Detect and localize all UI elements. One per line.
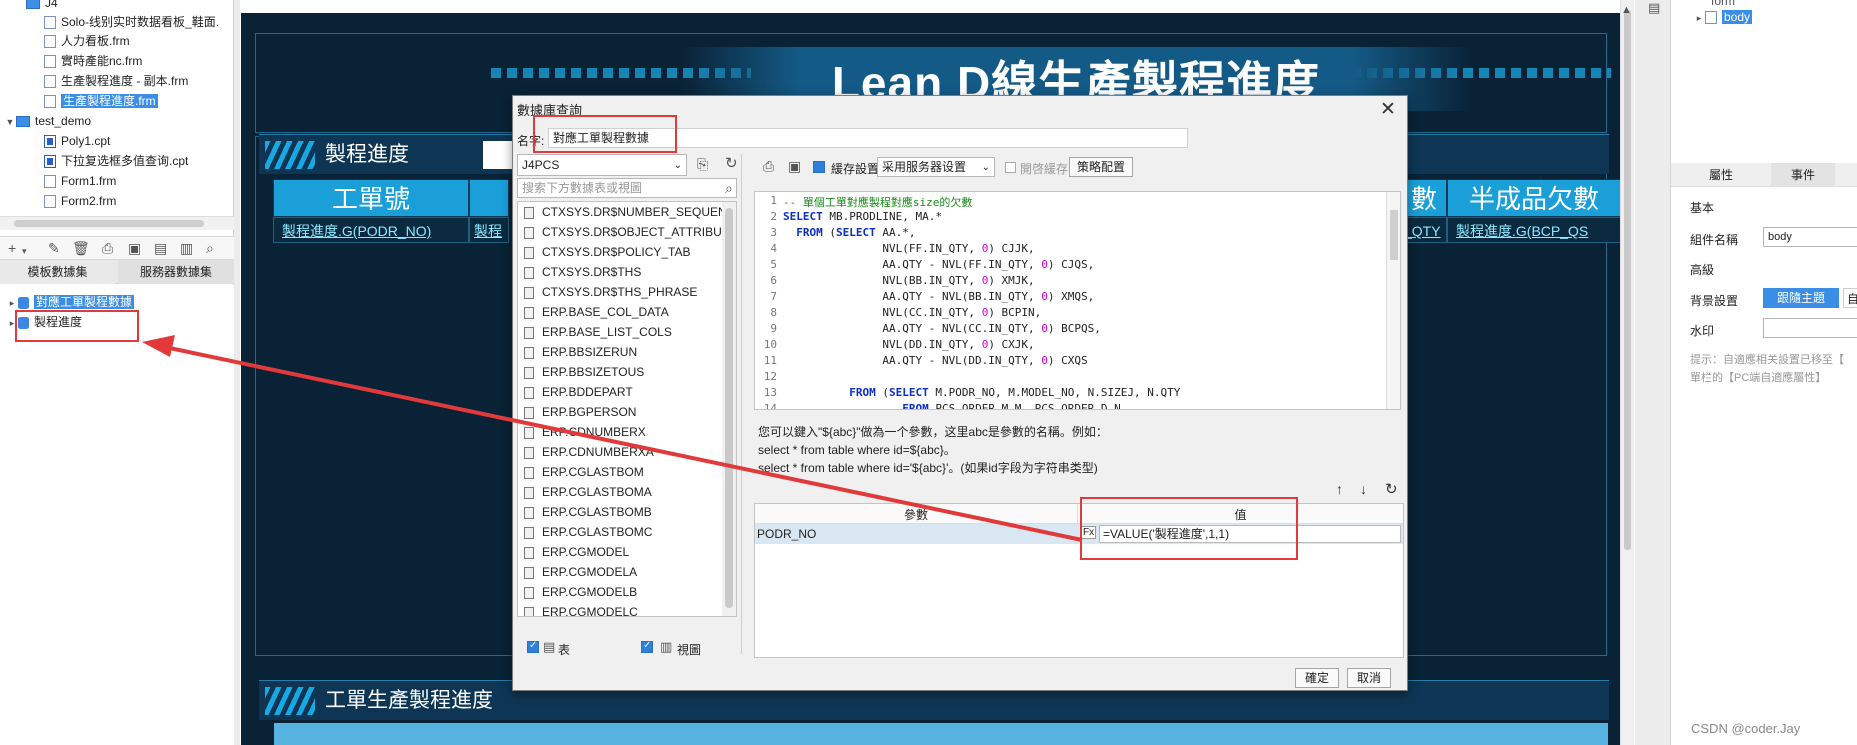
annotation-arrow xyxy=(142,335,1083,542)
arrow-head xyxy=(142,335,175,357)
arrow-line xyxy=(159,344,1083,542)
